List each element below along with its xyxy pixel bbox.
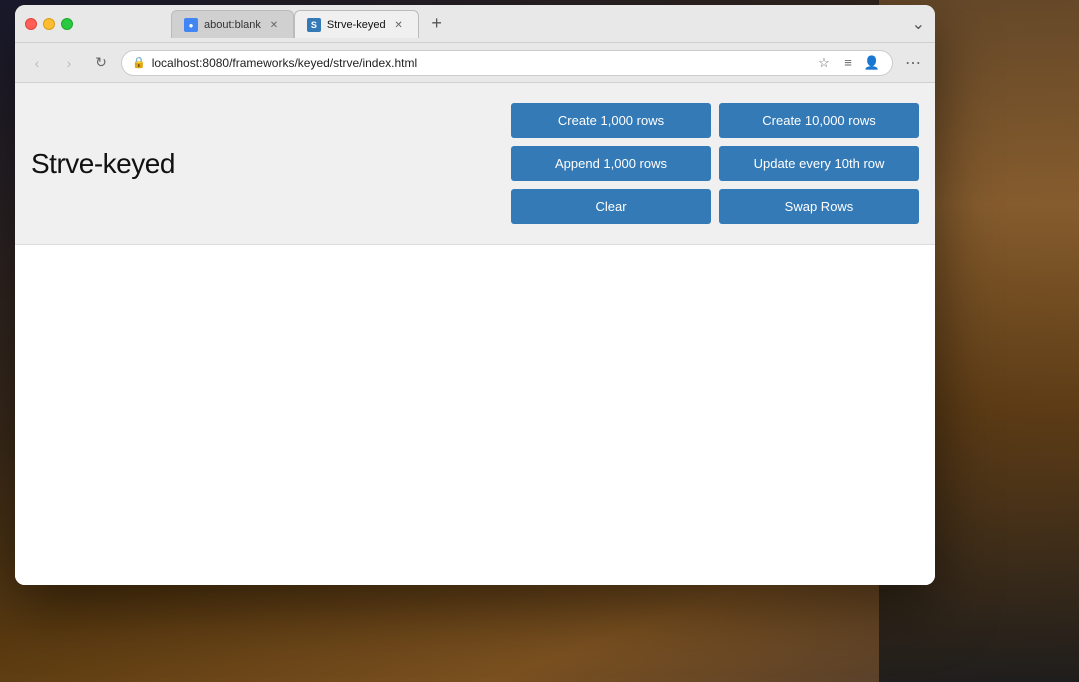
swap-rows-button[interactable]: Swap Rows xyxy=(719,189,919,224)
tab-bar: ● about:blank ✕ S Strve-keyed ✕ + xyxy=(91,10,887,38)
tab-strve-close[interactable]: ✕ xyxy=(392,18,406,32)
browser-more-button[interactable]: ⋯ xyxy=(901,51,925,75)
new-tab-button[interactable]: + xyxy=(423,10,451,38)
address-bar-row: ‹ › ↻ 🔒 localhost:8080/frameworks/keyed/… xyxy=(15,43,935,83)
maximize-window-button[interactable] xyxy=(61,18,73,30)
tab-strve[interactable]: S Strve-keyed ✕ xyxy=(294,10,419,38)
browser-menu-button[interactable]: ⌄ xyxy=(912,14,925,34)
create-1000-button[interactable]: Create 1,000 rows xyxy=(511,103,711,138)
title-bar: ● about:blank ✕ S Strve-keyed ✕ + ⌄ xyxy=(15,5,935,43)
tab-blank[interactable]: ● about:blank ✕ xyxy=(171,10,294,38)
tab-blank-close[interactable]: ✕ xyxy=(267,18,281,32)
forward-button[interactable]: › xyxy=(57,51,81,75)
append-1000-button[interactable]: Append 1,000 rows xyxy=(511,146,711,181)
profile-icon[interactable]: 👤 xyxy=(862,53,882,73)
create-10000-button[interactable]: Create 10,000 rows xyxy=(719,103,919,138)
address-bar[interactable]: 🔒 localhost:8080/frameworks/keyed/strve/… xyxy=(121,50,893,76)
tab-strve-title: Strve-keyed xyxy=(327,19,386,31)
reader-icon[interactable]: ≡ xyxy=(838,53,858,73)
tab-blank-title: about:blank xyxy=(204,19,261,31)
clear-button[interactable]: Clear xyxy=(511,189,711,224)
close-window-button[interactable] xyxy=(25,18,37,30)
minimize-window-button[interactable] xyxy=(43,18,55,30)
url-text: localhost:8080/frameworks/keyed/strve/in… xyxy=(152,56,808,70)
lock-icon: 🔒 xyxy=(132,56,146,69)
browser-window: ● about:blank ✕ S Strve-keyed ✕ + ⌄ ‹ › xyxy=(15,5,935,585)
app-header: Strve-keyed Create 1,000 rows Create 10,… xyxy=(15,83,935,245)
action-buttons-grid: Create 1,000 rows Create 10,000 rows App… xyxy=(511,103,919,224)
refresh-button[interactable]: ↻ xyxy=(89,51,113,75)
tab-strve-favicon: S xyxy=(307,18,321,32)
traffic-lights xyxy=(25,18,73,30)
page-content: Strve-keyed Create 1,000 rows Create 10,… xyxy=(15,83,935,585)
main-content-area xyxy=(15,245,935,585)
back-button[interactable]: ‹ xyxy=(25,51,49,75)
update-every-10th-button[interactable]: Update every 10th row xyxy=(719,146,919,181)
address-bar-icons: ☆ ≡ 👤 xyxy=(814,53,882,73)
app-title: Strve-keyed xyxy=(31,148,175,180)
tab-blank-favicon: ● xyxy=(184,18,198,32)
bookmark-icon[interactable]: ☆ xyxy=(814,53,834,73)
